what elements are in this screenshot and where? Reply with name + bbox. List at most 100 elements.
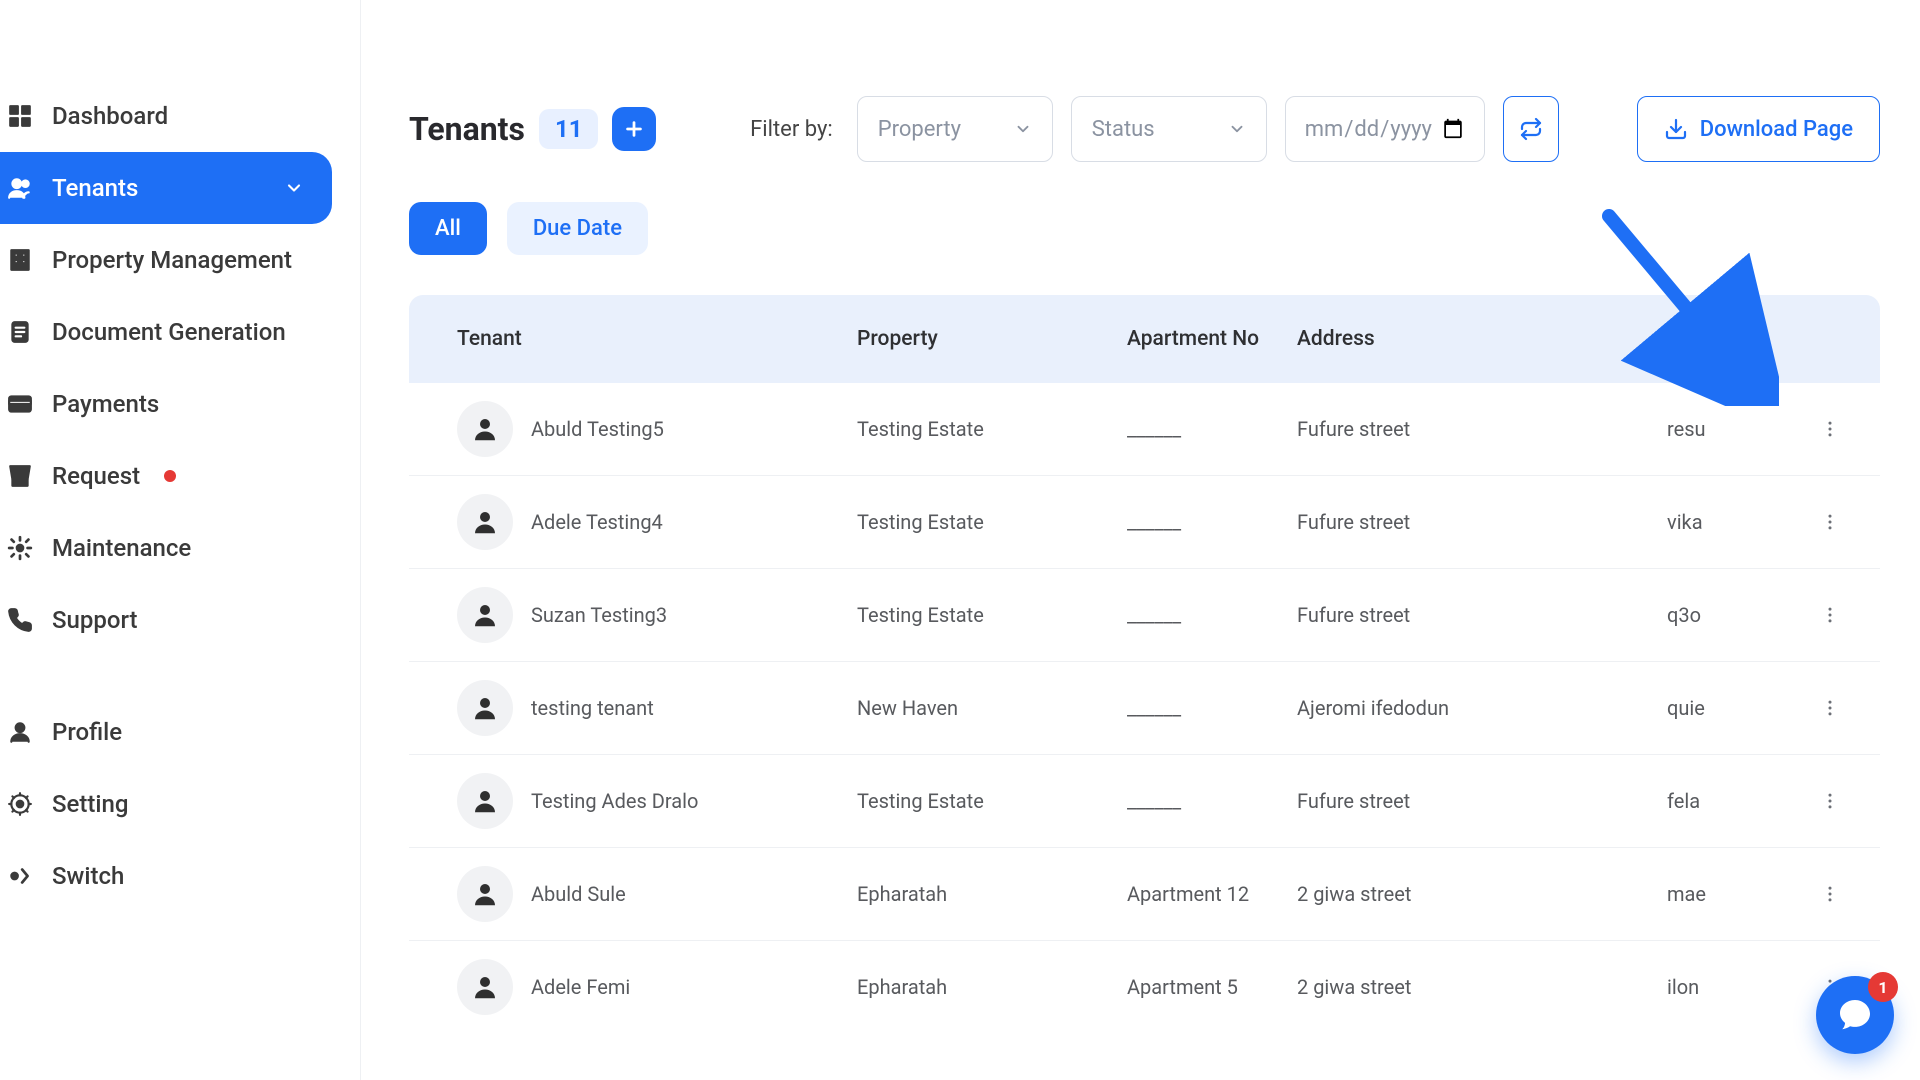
col-header-tenant: Tenant [457,327,857,351]
tenant-cell: Abuld Sule [457,866,857,922]
sidebar-item-setting[interactable]: Setting [0,768,332,840]
sidebar-item-switch[interactable]: Switch [0,840,332,912]
sidebar-item-label: Setting [52,790,128,818]
table-row[interactable]: Adele FemiEpharatahApartment 52 giwa str… [409,940,1880,1033]
date-filter-input[interactable] [1304,116,1466,143]
status-filter-select[interactable]: Status [1071,96,1267,162]
table-row[interactable]: testing tenant New Haven______Ajeromi ife… [409,661,1880,754]
tenant-count-badge: 11 [539,109,599,149]
chat-fab-button[interactable]: 1 [1816,976,1894,1054]
apartment-cell: ______ [1127,696,1297,720]
dots-vertical-icon [1820,791,1840,811]
sidebar-item-property-management[interactable]: Property Management [0,224,332,296]
email-cell: ilon [1667,975,1727,999]
table-row[interactable]: Suzan Testing3Testing Estate______Fufure… [409,568,1880,661]
row-menu-button[interactable] [1820,791,1840,811]
table-row[interactable]: Abuld Testing5 Testing Estate______Fufure… [409,383,1880,475]
refresh-button[interactable] [1503,96,1559,162]
sidebar-item-tenants[interactable]: Tenants [0,152,332,224]
avatar [457,959,513,1015]
table-row[interactable]: Testing Ades DraloTesting Estate______Fu… [409,754,1880,847]
download-page-label: Download Page [1700,117,1853,142]
sidebar-item-label: Tenants [52,174,138,202]
email-cell: quie [1667,696,1727,720]
col-header-apartment: Apartment No [1127,327,1297,351]
row-menu-button[interactable] [1820,884,1840,904]
row-menu-button[interactable] [1820,512,1840,532]
row-menu-button[interactable] [1820,605,1840,625]
sidebar-item-label: Property Management [52,246,292,274]
avatar [457,401,513,457]
tenant-name: testing tenant [531,696,654,720]
apartment-cell: ______ [1127,603,1297,627]
tenant-name: Abuld Testing5 [531,417,664,441]
address-cell: Fufure street [1297,510,1667,534]
address-cell: Fufure street [1297,603,1667,627]
address-cell: 2 giwa street [1297,975,1667,999]
property-filter-select[interactable]: Property [857,96,1053,162]
add-tenant-button[interactable] [612,107,656,151]
property-cell: Testing Estate [857,510,1127,534]
download-page-button[interactable]: Download Page [1637,96,1880,162]
sidebar-item-profile[interactable]: Profile [0,696,332,768]
sidebar-item-label: Document Generation [52,318,286,346]
apartment-cell: ______ [1127,789,1297,813]
tenant-cell: Adele Femi [457,959,857,1015]
dots-vertical-icon [1820,884,1840,904]
tenant-name: Abuld Sule [531,882,626,906]
doc-icon [6,318,34,346]
property-filter-placeholder: Property [878,117,961,142]
col-header-address: Address [1297,327,1667,351]
avatar [457,866,513,922]
sidebar-item-payments[interactable]: Payments [0,368,332,440]
inbox-icon [6,462,34,490]
property-cell: Testing Estate [857,417,1127,441]
sidebar-item-label: Request [52,462,140,490]
sidebar-item-support[interactable]: Support [0,584,332,656]
grid-icon [6,102,34,130]
dots-vertical-icon [1820,605,1840,625]
avatar [457,587,513,643]
page-title: Tenants [409,110,525,148]
cog-icon [6,790,34,818]
gear-icon [6,534,34,562]
tenant-cell: Abuld Testing5 [457,401,857,457]
sidebar-item-request[interactable]: Request [0,440,332,512]
tenant-name: Testing Ades Dralo [531,789,698,813]
property-cell: New Haven [857,696,1127,720]
switch-icon [6,862,34,890]
apartment-cell: ______ [1127,510,1297,534]
row-menu-button[interactable] [1820,698,1840,718]
sidebar-item-dashboard[interactable]: Dashboard [0,80,332,152]
address-cell: Fufure street [1297,417,1667,441]
dots-vertical-icon [1820,419,1840,439]
address-cell: Ajeromi ifedodun [1297,696,1667,720]
date-filter-input-wrap [1285,96,1485,162]
sidebar-item-label: Switch [52,862,124,890]
building-icon [6,246,34,274]
tenant-cell: Suzan Testing3 [457,587,857,643]
tab-due-date[interactable]: Due Date [507,202,648,255]
notification-dot [164,470,176,482]
sidebar-item-maintenance[interactable]: Maintenance [0,512,332,584]
table-header: Tenant Property Apartment No Address Ema… [409,295,1880,383]
col-header-property: Property [857,327,1127,351]
chat-badge: 1 [1868,972,1898,1002]
apartment-cell: ______ [1127,417,1297,441]
chevron-down-icon [1228,120,1246,138]
page-header: Tenants 11 Filter by: Property Status [409,96,1880,162]
plus-icon [623,118,645,140]
sidebar-item-document-generation[interactable]: Document Generation [0,296,332,368]
property-cell: Testing Estate [857,789,1127,813]
email-cell: resu [1667,417,1727,441]
sidebar-item-label: Payments [52,390,159,418]
row-menu-button[interactable] [1820,419,1840,439]
chevron-down-icon [284,178,304,198]
filter-label: Filter by: [750,117,833,142]
table-row[interactable]: Adele Testing4Testing Estate______Fufure… [409,475,1880,568]
property-cell: Epharatah [857,975,1127,999]
tab-all[interactable]: All [409,202,487,255]
status-filter-placeholder: Status [1092,117,1155,142]
table-row[interactable]: Abuld SuleEpharatahApartment 122 giwa st… [409,847,1880,940]
email-cell: mae [1667,882,1727,906]
